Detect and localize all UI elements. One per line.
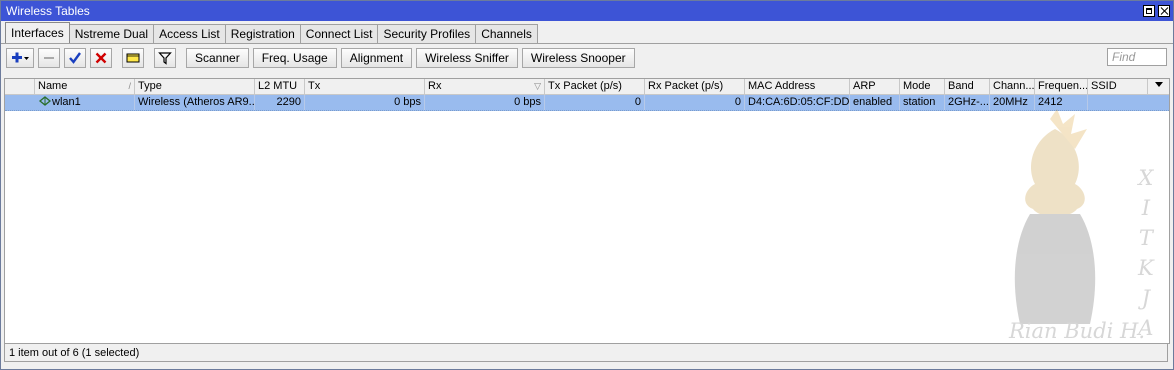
watermark-vertical-text: X I T K J A — [1138, 166, 1154, 340]
cell-channel: 20MHz — [990, 95, 1035, 110]
cell-tx-packet: 0 — [545, 95, 645, 110]
cell-tx: 0 bps — [305, 95, 425, 110]
freq-usage-button[interactable]: Freq. Usage — [252, 48, 337, 68]
cell-type: Wireless (Atheros AR9... — [135, 95, 255, 110]
filter-button[interactable] — [154, 48, 176, 68]
sort-indicator-icon: ▽ — [534, 81, 541, 91]
tab-nstreme-dual[interactable]: Nstreme Dual — [68, 24, 155, 43]
tab-security-profiles[interactable]: Security Profiles — [377, 24, 477, 43]
column-header-frequency[interactable]: Frequen... — [1035, 79, 1088, 94]
column-header-name[interactable]: Name / — [35, 79, 135, 94]
sort-indicator-icon: / — [128, 81, 131, 91]
cell-rx-packet: 0 — [645, 95, 745, 110]
column-header-rx-packet[interactable]: Rx Packet (p/s) — [645, 79, 745, 94]
chevron-down-icon — [1154, 82, 1163, 87]
cell-mode: station — [900, 95, 945, 110]
check-icon — [69, 52, 81, 64]
status-bar: 1 item out of 6 (1 selected) — [4, 344, 1168, 362]
wireless-snooper-button[interactable]: Wireless Snooper — [521, 48, 635, 68]
restore-icon[interactable] — [1143, 5, 1155, 17]
cell-frequency: 2412 — [1035, 95, 1088, 110]
column-header-l2mtu[interactable]: L2 MTU — [255, 79, 305, 94]
cell-band: 2GHz-... — [945, 95, 990, 110]
cell-mac-address: D4:CA:6D:05:CF:DD — [745, 95, 850, 110]
column-header-ssid[interactable]: SSID — [1088, 79, 1148, 94]
add-button[interactable] — [6, 48, 34, 68]
window-title: Wireless Tables — [6, 4, 90, 18]
watermark-figure — [1014, 109, 1096, 324]
comment-button[interactable] — [122, 48, 144, 68]
tab-bar: Interfaces Nstreme Dual Access List Regi… — [1, 21, 1173, 43]
enable-button[interactable] — [64, 48, 86, 68]
comment-icon — [126, 53, 140, 63]
plus-icon — [12, 52, 29, 63]
table-header: Name / Type L2 MTU Tx Rx ▽ Tx Packet (p/s)… — [5, 79, 1169, 95]
column-header-tx[interactable]: Tx — [305, 79, 425, 94]
cell-ssid — [1088, 95, 1169, 110]
column-header-rx[interactable]: Rx ▽ — [425, 79, 545, 94]
close-icon[interactable] — [1158, 5, 1170, 17]
find-input[interactable]: Find — [1107, 48, 1167, 66]
column-header-tx-packet[interactable]: Tx Packet (p/s) — [545, 79, 645, 94]
disable-button[interactable] — [90, 48, 112, 68]
alignment-button[interactable]: Alignment — [340, 48, 413, 68]
wireless-interface-icon — [38, 96, 52, 106]
minus-icon — [44, 57, 54, 59]
column-header-type[interactable]: Type — [135, 79, 255, 94]
cell-rx: 0 bps — [425, 95, 545, 110]
interfaces-table: Name / Type L2 MTU Tx Rx ▽ Tx Packet (p/s)… — [4, 78, 1170, 344]
filter-icon — [158, 52, 172, 65]
remove-button[interactable] — [38, 48, 60, 68]
scanner-button[interactable]: Scanner — [186, 48, 249, 68]
cell-l2mtu: 2290 — [255, 95, 305, 110]
column-header-arp[interactable]: ARP — [850, 79, 900, 94]
column-header-mode[interactable]: Mode — [900, 79, 945, 94]
tab-interfaces[interactable]: Interfaces — [5, 22, 70, 43]
tab-channels[interactable]: Channels — [475, 24, 538, 43]
tab-access-list[interactable]: Access List — [153, 24, 226, 43]
column-header-mac-address[interactable]: MAC Address — [745, 79, 850, 94]
cell-arp: enabled — [850, 95, 900, 110]
watermark-signature: Rian Budi H. — [1009, 319, 1146, 343]
toolbar: Scanner Freq. Usage Alignment Wireless S… — [1, 43, 1173, 72]
title-bar: Wireless Tables — [1, 1, 1173, 21]
tab-connect-list[interactable]: Connect List — [299, 24, 379, 43]
cross-icon — [95, 52, 107, 64]
column-chooser-button[interactable] — [1148, 79, 1169, 94]
column-header-band[interactable]: Band — [945, 79, 990, 94]
wireless-sniffer-button[interactable]: Wireless Sniffer — [416, 48, 518, 68]
cell-name: wlan1 — [35, 95, 135, 110]
tab-registration[interactable]: Registration — [224, 24, 301, 43]
column-header-channel[interactable]: Chann... — [990, 79, 1035, 94]
